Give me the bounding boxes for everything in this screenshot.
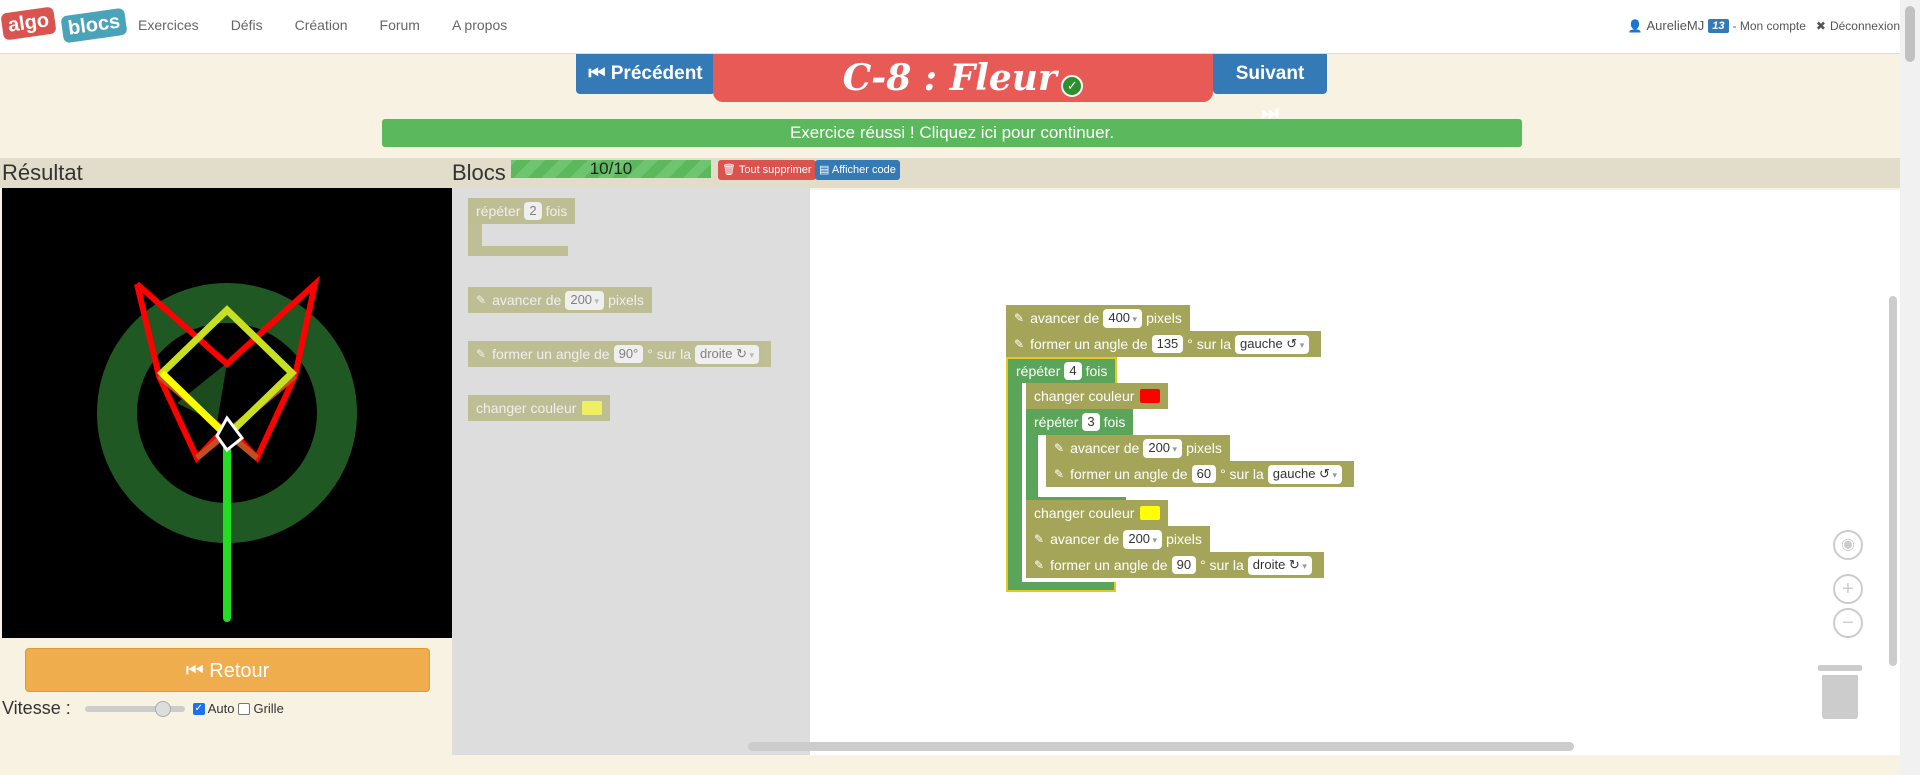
result-label: Résultat	[2, 160, 83, 185]
toolbox-repeat-arm	[468, 224, 482, 246]
page-bottom	[0, 755, 1900, 775]
user-menu: 👤 AurelieMJ 13 - Mon compte ✖ Déconnexio…	[1628, 18, 1900, 33]
blocks-label: Blocs	[452, 160, 506, 185]
direction-dropdown[interactable]: droite ↻	[1247, 555, 1312, 575]
next-button[interactable]: Suivant ⏭	[1213, 54, 1327, 124]
pencil-icon: ✎	[476, 347, 487, 361]
toolbox-repeat-block[interactable]: répéter 2 fois	[468, 198, 576, 224]
turn-block-3[interactable]: ✎ former un angle de 90 ° sur la droite …	[1026, 552, 1324, 578]
pencil-icon: ✎	[1054, 467, 1065, 481]
speed-slider[interactable]	[84, 700, 185, 717]
rewind-icon: ⏮	[185, 660, 204, 682]
show-code-button[interactable]: ▤ Afficher code	[815, 160, 900, 180]
nav-link-forum[interactable]: Forum	[380, 17, 420, 33]
loop1-foot	[1006, 582, 1116, 592]
logo[interactable]: algo blocs	[0, 4, 128, 50]
logout-link[interactable]: Déconnexion	[1830, 19, 1900, 33]
previous-button[interactable]: ⏮ Précédent	[576, 54, 715, 94]
panel-header-row	[0, 158, 1900, 188]
delete-all-button[interactable]: 🗑 Tout supprimer	[718, 160, 816, 180]
result-canvas	[2, 188, 452, 638]
auto-label: Auto	[207, 701, 235, 716]
repeat-count-field[interactable]: 2	[524, 202, 542, 220]
pencil-icon: ✎	[1054, 441, 1065, 455]
value-field[interactable]: 135	[1151, 335, 1184, 353]
workspace-horizontal-scrollbar[interactable]	[748, 742, 1574, 751]
user-icon: 👤	[1627, 18, 1643, 33]
flower-drawing	[97, 275, 357, 622]
pencil-icon: ✎	[1034, 532, 1045, 546]
repeat-block-inner[interactable]: répéter 3 fois	[1026, 409, 1134, 435]
block-workspace[interactable]: ✎ avancer de 400 pixels ✎ former un angl…	[810, 190, 1900, 755]
color-swatch-red[interactable]	[1140, 389, 1161, 403]
nav-link-exercices[interactable]: Exercices	[138, 17, 199, 33]
blocks-progress: 10/10	[511, 160, 711, 178]
code-icon: ▤	[819, 164, 830, 176]
turn-direction-dropdown[interactable]: droite ↻	[695, 344, 760, 364]
grid-label: Grille	[253, 701, 284, 716]
forward-block-2[interactable]: ✎ avancer de 200 pixels	[1046, 435, 1230, 461]
user-badge: 13	[1708, 18, 1729, 33]
pencil-icon: ✎	[1014, 337, 1025, 351]
value-field[interactable]: 400	[1103, 308, 1143, 328]
account-link[interactable]: - Mon compte	[1733, 19, 1806, 33]
speed-controls: Vitesse : ✓ Auto Grille	[2, 698, 284, 719]
toolbox-repeat-foot	[468, 246, 568, 256]
username[interactable]: AurelieMJ	[1646, 18, 1704, 33]
workspace-trash-icon[interactable]	[1818, 665, 1862, 720]
block-toolbox: répéter 2 fois ✎ avancer de 200 pixels ✎…	[452, 188, 810, 755]
forward-block-3[interactable]: ✎ avancer de 200 pixels	[1026, 526, 1210, 552]
exercise-title: C-8 : Fleur	[842, 57, 1057, 99]
color-swatch-yellow[interactable]	[1140, 506, 1161, 520]
speed-label: Vitesse :	[2, 698, 71, 718]
page-scrollbar[interactable]	[1900, 0, 1920, 775]
zoom-out-icon[interactable]: −	[1833, 608, 1863, 638]
pencil-icon: ✎	[476, 293, 487, 307]
workspace-vertical-scrollbar[interactable]	[1889, 296, 1897, 666]
pencil-icon: ✎	[1014, 311, 1025, 325]
nav-link-apropos[interactable]: A propos	[452, 17, 507, 33]
navbar: algo blocs Exercices Défis Création Foru…	[0, 0, 1900, 54]
pencil-icon: ✎	[1034, 558, 1045, 572]
exercise-title-band: C-8 : Fleur ✓	[713, 54, 1213, 102]
logo-blocs: blocs	[60, 7, 128, 44]
value-field[interactable]: 200	[1143, 438, 1183, 458]
recenter-icon[interactable]: ◉	[1833, 530, 1863, 560]
logo-algo: algo	[0, 6, 57, 41]
color-swatch[interactable]	[582, 401, 603, 415]
nav-link-creation[interactable]: Création	[295, 17, 348, 33]
zoom-in-icon[interactable]: +	[1833, 574, 1863, 604]
turn-angle-field[interactable]: 90°	[613, 345, 644, 363]
nav-link-defis[interactable]: Défis	[231, 17, 263, 33]
close-icon: ✖	[1815, 18, 1826, 33]
toolbox-forward-block[interactable]: ✎ avancer de 200 pixels	[468, 287, 652, 313]
repeat-block-outer[interactable]: répéter 4 fois	[1006, 357, 1118, 383]
color-block-red[interactable]: changer couleur	[1026, 383, 1169, 409]
direction-dropdown[interactable]: gauche ↺	[1267, 464, 1342, 484]
value-field[interactable]: 200	[1123, 529, 1163, 549]
forward-block-1[interactable]: ✎ avancer de 400 pixels	[1006, 305, 1190, 331]
value-field[interactable]: 4	[1064, 362, 1082, 380]
value-field[interactable]: 90	[1171, 556, 1197, 574]
value-field[interactable]: 3	[1082, 413, 1100, 431]
success-banner[interactable]: Exercice réussi ! Cliquez ici pour conti…	[382, 119, 1522, 147]
trash-icon: 🗑	[722, 164, 736, 176]
turn-block-1[interactable]: ✎ former un angle de 135 ° sur la gauche…	[1006, 331, 1322, 357]
value-field[interactable]: 60	[1191, 465, 1217, 483]
auto-checkbox[interactable]: ✓	[192, 702, 205, 715]
check-icon: ✓	[1061, 74, 1084, 97]
grid-checkbox[interactable]	[238, 702, 251, 715]
turn-block-2[interactable]: ✎ former un angle de 60 ° sur la gauche …	[1046, 461, 1354, 487]
toolbox-color-block[interactable]: changer couleur	[468, 395, 611, 421]
color-block-yellow[interactable]: changer couleur	[1026, 500, 1169, 526]
loop1-arm	[1006, 358, 1022, 584]
toolbox-turn-block[interactable]: ✎ former un angle de 90° ° sur la droite…	[468, 341, 772, 367]
skip-back-icon: ⏮	[588, 63, 606, 84]
retour-button[interactable]: ⏮ Retour	[25, 648, 430, 692]
direction-dropdown[interactable]: gauche ↺	[1235, 334, 1310, 354]
forward-distance-field[interactable]: 200	[565, 290, 605, 310]
nav-links: Exercices Défis Création Forum A propos	[138, 17, 539, 33]
